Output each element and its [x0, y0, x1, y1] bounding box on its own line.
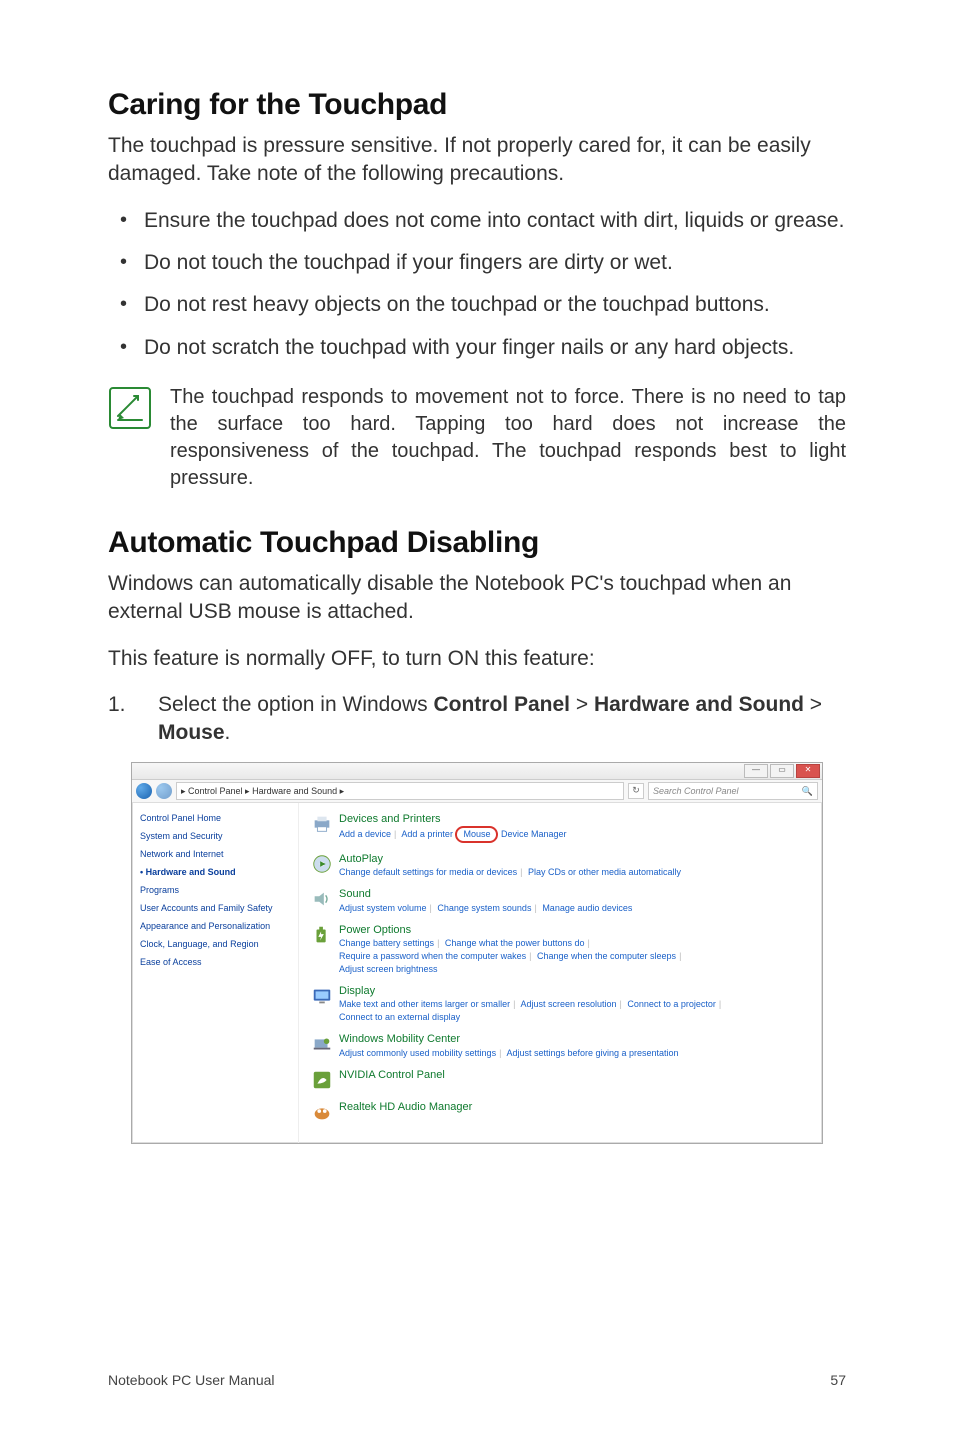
- cat-mobility-title[interactable]: Windows Mobility Center: [339, 1033, 810, 1046]
- bullet-item: Do not rest heavy objects on the touchpa…: [108, 291, 846, 319]
- refresh-button[interactable]: ↻: [628, 783, 644, 799]
- cat-mobility: Windows Mobility Center Adjust commonly …: [311, 1033, 810, 1059]
- cat-nvidia-title[interactable]: NVIDIA Control Panel: [339, 1069, 810, 1082]
- link-mobility-adjust[interactable]: Adjust commonly used mobility settings: [339, 1048, 496, 1058]
- link-display-external[interactable]: Connect to an external display: [339, 1012, 460, 1022]
- section2-p2: This feature is normally OFF, to turn ON…: [108, 645, 846, 673]
- footer-left: Notebook PC User Manual: [108, 1372, 275, 1388]
- step1-post: .: [225, 721, 231, 744]
- cat-realtek-title[interactable]: Realtek HD Audio Manager: [339, 1101, 810, 1114]
- step1-pre: Select the option in Windows: [158, 693, 433, 716]
- cat-autoplay-title[interactable]: AutoPlay: [339, 853, 810, 866]
- cat-realtek: Realtek HD Audio Manager: [311, 1101, 810, 1123]
- link-sound-change[interactable]: Change system sounds: [437, 903, 531, 913]
- link-mouse-highlighted[interactable]: Mouse: [455, 826, 498, 843]
- bullet-item: Ensure the touchpad does not come into c…: [108, 207, 846, 235]
- cat-display: Display Make text and other items larger…: [311, 985, 810, 1023]
- section1-intro: The touchpad is pressure sensitive. If n…: [108, 132, 846, 189]
- section2-p1: Windows can automatically disable the No…: [108, 570, 846, 627]
- link-power-battery[interactable]: Change battery settings: [339, 938, 434, 948]
- search-icon: 🔍: [802, 783, 813, 799]
- link-add-device[interactable]: Add a device: [339, 829, 391, 839]
- realtek-icon: [311, 1101, 333, 1123]
- link-power-sleep[interactable]: Change when the computer sleeps: [537, 951, 676, 961]
- printer-icon: [311, 813, 333, 835]
- control-panel-window: — ▭ ✕ ▸ Control Panel ▸ Hardware and Sou…: [131, 762, 823, 1144]
- link-add-printer[interactable]: Add a printer: [401, 829, 453, 839]
- link-display-projector[interactable]: Connect to a projector: [627, 999, 716, 1009]
- cat-power: Power Options Change battery settings| C…: [311, 924, 810, 975]
- back-button[interactable]: [136, 783, 152, 799]
- display-icon: [311, 985, 333, 1007]
- link-device-manager[interactable]: Device Manager: [501, 829, 567, 839]
- cat-nvidia: NVIDIA Control Panel: [311, 1069, 810, 1091]
- manual-page: Caring for the Touchpad The touchpad is …: [0, 0, 954, 1438]
- sidebar-item-appearance[interactable]: Appearance and Personalization: [140, 921, 290, 931]
- sidebar-item-network[interactable]: Network and Internet: [140, 849, 290, 859]
- forward-button[interactable]: [156, 783, 172, 799]
- step1-gt2: >: [804, 693, 822, 716]
- link-sound-manage[interactable]: Manage audio devices: [542, 903, 632, 913]
- cat-power-title[interactable]: Power Options: [339, 924, 810, 937]
- sidebar-item-users[interactable]: User Accounts and Family Safety: [140, 903, 290, 913]
- cat-display-title[interactable]: Display: [339, 985, 810, 998]
- cat-autoplay: AutoPlay Change default settings for med…: [311, 853, 810, 879]
- sidebar-item-clock[interactable]: Clock, Language, and Region: [140, 939, 290, 949]
- step1-gt1: >: [570, 693, 594, 716]
- cat-sound-title[interactable]: Sound: [339, 888, 810, 901]
- sound-icon: [311, 888, 333, 910]
- nvidia-icon: [311, 1069, 333, 1091]
- bullet-item: Do not scratch the touchpad with your fi…: [108, 334, 846, 362]
- titlebar: — ▭ ✕: [132, 763, 822, 780]
- cat-sound: Sound Adjust system volume| Change syste…: [311, 888, 810, 914]
- cp-sidebar: Control Panel Home System and Security N…: [132, 803, 299, 1143]
- mobility-icon: [311, 1033, 333, 1055]
- step1-b1: Control Panel: [433, 693, 570, 716]
- step1-b3: Mouse: [158, 721, 225, 744]
- link-power-brightness[interactable]: Adjust screen brightness: [339, 964, 438, 974]
- sidebar-item-ease[interactable]: Ease of Access: [140, 957, 290, 967]
- cp-body: Control Panel Home System and Security N…: [132, 803, 822, 1143]
- power-icon: [311, 924, 333, 946]
- sidebar-item-programs[interactable]: Programs: [140, 885, 290, 895]
- bullet-item: Do not touch the touchpad if your finger…: [108, 249, 846, 277]
- steps-list: 1. Select the option in Windows Control …: [108, 691, 846, 748]
- note-text: The touchpad responds to movement not to…: [170, 384, 846, 492]
- footer-page-number: 57: [830, 1372, 846, 1388]
- sidebar-item-home[interactable]: Control Panel Home: [140, 813, 290, 823]
- maximize-button[interactable]: ▭: [770, 764, 794, 778]
- link-mobility-presentation[interactable]: Adjust settings before giving a presenta…: [506, 1048, 678, 1058]
- note-block: The touchpad responds to movement not to…: [108, 384, 846, 492]
- section2-title: Automatic Touchpad Disabling: [108, 526, 846, 560]
- link-display-larger[interactable]: Make text and other items larger or smal…: [339, 999, 510, 1009]
- minimize-button[interactable]: —: [744, 764, 768, 778]
- link-autoplay-defaults[interactable]: Change default settings for media or dev…: [339, 867, 517, 877]
- page-footer: Notebook PC User Manual 57: [108, 1372, 846, 1388]
- sidebar-item-system[interactable]: System and Security: [140, 831, 290, 841]
- step-1: 1. Select the option in Windows Control …: [108, 691, 846, 748]
- breadcrumb[interactable]: ▸ Control Panel ▸ Hardware and Sound ▸: [176, 782, 624, 800]
- link-power-buttons[interactable]: Change what the power buttons do: [445, 938, 585, 948]
- search-input[interactable]: Search Control Panel 🔍: [648, 782, 818, 800]
- note-icon: [108, 386, 152, 430]
- search-placeholder: Search Control Panel: [653, 783, 739, 799]
- link-display-res[interactable]: Adjust screen resolution: [520, 999, 616, 1009]
- link-autoplay-play[interactable]: Play CDs or other media automatically: [528, 867, 681, 877]
- cat-devices-title[interactable]: Devices and Printers: [339, 813, 810, 826]
- sidebar-item-hardware[interactable]: Hardware and Sound: [140, 867, 290, 877]
- close-button[interactable]: ✕: [796, 764, 820, 778]
- step1-b2: Hardware and Sound: [594, 693, 804, 716]
- cp-main: Devices and Printers Add a device| Add a…: [299, 803, 822, 1143]
- section1-bullets: Ensure the touchpad does not come into c…: [108, 207, 846, 362]
- link-sound-volume[interactable]: Adjust system volume: [339, 903, 427, 913]
- section1-title: Caring for the Touchpad: [108, 88, 846, 122]
- address-bar: ▸ Control Panel ▸ Hardware and Sound ▸ ↻…: [132, 780, 822, 803]
- cat-devices: Devices and Printers Add a device| Add a…: [311, 813, 810, 843]
- disc-icon: [311, 853, 333, 875]
- link-power-password[interactable]: Require a password when the computer wak…: [339, 951, 526, 961]
